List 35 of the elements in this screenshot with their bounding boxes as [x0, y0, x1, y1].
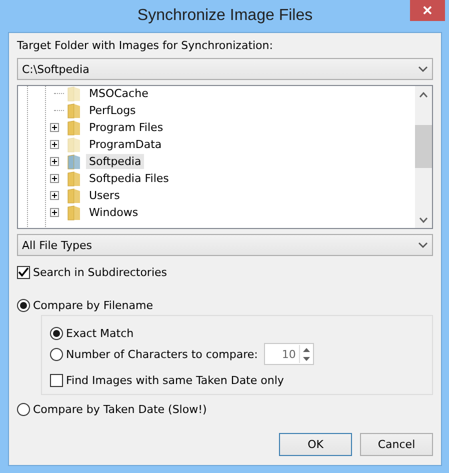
- tree-item[interactable]: MSOCache: [86, 86, 152, 101]
- spin-down-icon: [302, 356, 310, 360]
- checkbox-label: Search in Subdirectories: [33, 266, 168, 278]
- radio-label: Compare by Taken Date (Slow!): [33, 402, 207, 416]
- dropdown[interactable]: C:\Softpedia: [17, 58, 433, 80]
- radio-label: Exact Match: [66, 326, 134, 340]
- radio-button[interactable]: [50, 326, 63, 340]
- checkbox[interactable]: [17, 266, 30, 278]
- ok-button[interactable]: OK: [279, 433, 352, 456]
- tree-item[interactable]: Softpedia: [86, 154, 144, 169]
- tree-item[interactable]: ProgramData: [86, 137, 165, 152]
- tree-item[interactable]: PerfLogs: [86, 103, 139, 118]
- dropdown[interactable]: All File Types: [17, 234, 433, 256]
- scroll-down-icon: [419, 217, 428, 223]
- tree-item[interactable]: Users: [86, 188, 123, 203]
- radio-button[interactable]: [50, 348, 63, 360]
- radio-label: Compare by Filename: [33, 298, 153, 312]
- scrollbar[interactable]: [415, 86, 432, 228]
- spin-up-icon: [302, 348, 310, 352]
- tree-item[interactable]: Program Files: [86, 120, 166, 135]
- radio-label: Number of Characters to compare:: [66, 348, 258, 360]
- number-spinner[interactable]: 10: [264, 343, 314, 365]
- radio-button[interactable]: [17, 402, 30, 416]
- cancel-button[interactable]: Cancel: [360, 433, 433, 456]
- tree-item[interactable]: Softpedia Files: [86, 171, 172, 186]
- tree-item[interactable]: Windows: [86, 205, 142, 220]
- radio-button[interactable]: [17, 298, 30, 312]
- close-button[interactable]: ✕: [410, 0, 445, 21]
- checkbox-label: Find Images with same Taken Date only: [66, 374, 284, 386]
- window-title: Synchronize Image Files: [137, 7, 313, 25]
- scroll-up-icon: [419, 92, 428, 98]
- checkbox[interactable]: [50, 374, 63, 386]
- chevron-down-icon: [418, 242, 428, 248]
- field-label: Target Folder with Images for Synchronization:: [17, 39, 274, 53]
- chevron-down-icon: [418, 66, 428, 72]
